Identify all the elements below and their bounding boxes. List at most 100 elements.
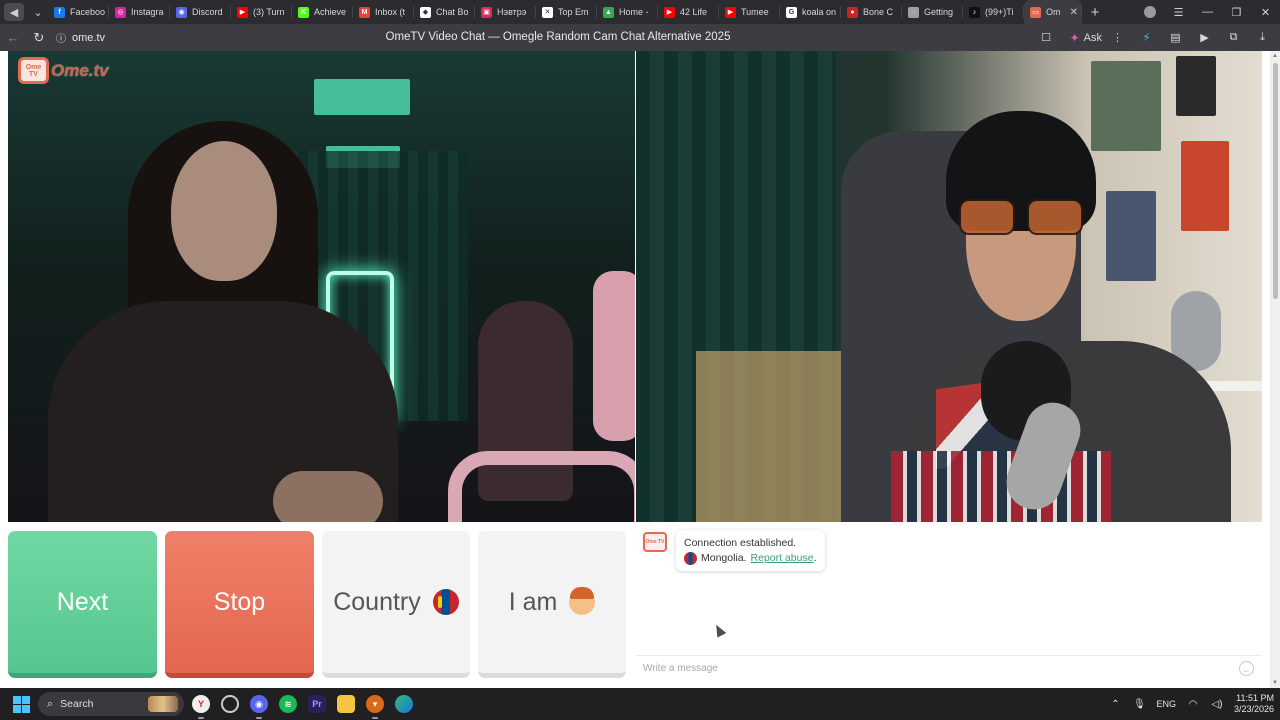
country-button[interactable]: Country bbox=[322, 531, 470, 678]
edge-icon[interactable] bbox=[395, 695, 413, 713]
page-scrollbar[interactable]: ▲ ▼ bbox=[1270, 51, 1280, 688]
chevron-down-icon[interactable]: ⌄ bbox=[28, 3, 48, 21]
browser-tab[interactable]: ✕ Top Em bbox=[536, 0, 597, 24]
ometv-logo[interactable]: Ome TV Ome.tv bbox=[18, 57, 109, 84]
browser-tab[interactable]: ♪ (99+)Ti bbox=[963, 0, 1024, 24]
tab-label: Нэвтрэ bbox=[497, 7, 527, 17]
stop-button[interactable]: Stop bbox=[165, 531, 314, 678]
scroll-up-icon[interactable]: ▲ bbox=[1271, 53, 1279, 59]
restore-button[interactable]: ❐ bbox=[1222, 0, 1251, 24]
emoji-icon[interactable] bbox=[1239, 661, 1254, 676]
volume-icon[interactable]: ◁) bbox=[1210, 699, 1224, 710]
browser-tab[interactable]: ◌ Getting bbox=[902, 0, 963, 24]
chevron-up-icon[interactable]: ⌃ bbox=[1108, 699, 1122, 710]
discord-icon: ◉ bbox=[176, 6, 187, 18]
clock-time: 11:51 PM bbox=[1236, 693, 1274, 703]
ometv-chat-icon: Ome TV bbox=[643, 532, 667, 552]
obs-icon[interactable] bbox=[221, 695, 239, 713]
ask-label: Ask bbox=[1083, 31, 1102, 44]
reload-button[interactable]: ↻ bbox=[26, 25, 52, 51]
browser-tab[interactable]: ▲ Home - bbox=[597, 0, 658, 24]
tab-label: (99+)Ti bbox=[985, 7, 1014, 17]
ometv-icon: ▭ bbox=[1030, 6, 1041, 18]
drive-icon: ▲ bbox=[603, 6, 614, 18]
microphone-icon[interactable]: 🎙 bbox=[1132, 699, 1146, 710]
youtube-icon: ▶ bbox=[237, 6, 248, 18]
logo-text: Ome.tv bbox=[51, 60, 109, 80]
yandex-browser-icon[interactable]: Y bbox=[192, 695, 210, 719]
spotify-icon[interactable]: ≋ bbox=[279, 695, 297, 713]
system-tray: ⌃ 🎙 ENG ◠ ◁) 11:51 PM 3/23/2026 bbox=[1108, 688, 1274, 720]
search-icon: ⌕ bbox=[47, 697, 54, 710]
scroll-down-icon[interactable]: ▼ bbox=[1271, 680, 1279, 686]
browser-tab[interactable]: ◉ Discord bbox=[170, 0, 231, 24]
media-icon[interactable]: ▶ bbox=[1193, 27, 1216, 49]
ometv-page: Next Stop Country I am Ome TV Connection… bbox=[0, 51, 1270, 688]
browser-tab-bar: ◀ ⌄ f Faceboo ◎ Instagra ◉ Discord ▶ (3) Turn K A… bbox=[0, 0, 1280, 24]
browser-tab[interactable]: ◆ Chat Bo bbox=[414, 0, 475, 24]
browser-tab[interactable]: ▣ Нэвтрэ bbox=[475, 0, 536, 24]
iam-label: I am bbox=[508, 587, 558, 616]
browser-tab[interactable]: M Inbox (t bbox=[353, 0, 414, 24]
windows-start-icon[interactable] bbox=[8, 691, 34, 717]
back-button[interactable]: ← bbox=[0, 25, 26, 51]
download-icon[interactable]: ⤓ bbox=[1251, 27, 1274, 49]
next-label: Next bbox=[56, 587, 109, 616]
globe-icon: ◌ bbox=[908, 6, 919, 18]
ometv-tv-icon: Ome TV bbox=[18, 57, 49, 84]
address-bar-actions: ☐ ✦ Ask ⋮ ⚡ ▤ ▶ ⧉ ⤓ bbox=[1035, 24, 1274, 51]
close-tab-icon[interactable]: ✕ bbox=[1070, 7, 1078, 18]
stranger-country: Mongolia. bbox=[701, 552, 747, 564]
file-explorer-icon[interactable] bbox=[337, 695, 355, 713]
report-suffix: . bbox=[813, 552, 817, 564]
close-window-button[interactable]: ✕ bbox=[1251, 0, 1280, 24]
tab-label: Bone C bbox=[863, 7, 894, 17]
scrollbar-thumb[interactable] bbox=[1273, 63, 1278, 299]
minimize-button[interactable]: — bbox=[1193, 0, 1222, 24]
extension-icon[interactable]: ⚡ bbox=[1135, 27, 1158, 49]
menu-icon[interactable]: ☰ bbox=[1164, 0, 1193, 24]
tab-label: Instagra bbox=[131, 7, 164, 17]
clock[interactable]: 11:51 PM 3/23/2026 bbox=[1234, 693, 1274, 715]
bookmark-icon[interactable]: ☐ bbox=[1035, 27, 1058, 49]
browser-tab[interactable]: f Faceboo bbox=[48, 0, 109, 24]
message-input[interactable] bbox=[643, 663, 1223, 674]
youtube-icon: ▶ bbox=[664, 6, 675, 18]
site-info-icon[interactable]: ⓘ bbox=[56, 30, 66, 45]
page-title: OmeTV Video Chat — Omegle Random Cam Cha… bbox=[385, 31, 731, 43]
premiere-pro-icon[interactable]: Pr bbox=[308, 695, 326, 713]
browser-tab[interactable]: ▶ (3) Turn bbox=[231, 0, 292, 24]
collections-icon[interactable]: ⧉ bbox=[1222, 27, 1245, 49]
country-label: Country bbox=[333, 587, 421, 616]
browser-tab[interactable]: ▭ Om ✕ bbox=[1024, 0, 1082, 24]
bone-icon: ● bbox=[847, 6, 858, 18]
plaid-pants bbox=[891, 451, 1111, 522]
browser-tab[interactable]: ▶ Tumee bbox=[719, 0, 780, 24]
wifi-icon[interactable]: ◠ bbox=[1186, 699, 1200, 710]
next-button[interactable]: Next bbox=[8, 531, 157, 678]
report-abuse-link[interactable]: Report abuse bbox=[751, 552, 814, 564]
browser-tab[interactable]: ● Bone C bbox=[841, 0, 902, 24]
browser-tab[interactable]: Gkoala on bbox=[780, 0, 841, 24]
profile-button[interactable] bbox=[1135, 0, 1164, 24]
ask-button[interactable]: ✦ Ask ⋮ bbox=[1064, 28, 1129, 48]
mongolia-flag-icon bbox=[432, 589, 459, 615]
gender-button[interactable]: I am bbox=[478, 531, 626, 678]
browser-tab[interactable]: K Achieve bbox=[292, 0, 353, 24]
discord-icon[interactable]: ◉ bbox=[250, 695, 268, 719]
taskbar-apps: Y ◉ ≋ Pr ▾ bbox=[192, 695, 413, 719]
more-icon[interactable]: ⋮ bbox=[1112, 31, 1123, 44]
brave-browser-icon[interactable]: ▾ bbox=[366, 695, 384, 719]
browser-tabs: f Faceboo ◎ Instagra ◉ Discord ▶ (3) Turn K Achie… bbox=[48, 0, 1082, 24]
browser-tab[interactable]: ▶ 42 Life bbox=[658, 0, 719, 24]
taskbar-search[interactable]: ⌕ Search bbox=[38, 692, 184, 716]
self-video bbox=[636, 51, 1262, 522]
url-field[interactable]: ⓘ ome.tv bbox=[56, 30, 105, 46]
browser-tab[interactable]: ◎ Instagra bbox=[109, 0, 170, 24]
google-icon: G bbox=[786, 6, 797, 18]
new-tab-button[interactable]: + bbox=[1084, 1, 1106, 23]
profile-icon bbox=[1143, 6, 1156, 18]
sound-icon[interactable]: ◀ bbox=[4, 3, 24, 21]
wallet-icon[interactable]: ▤ bbox=[1164, 27, 1187, 49]
language-indicator[interactable]: ENG bbox=[1156, 699, 1176, 709]
